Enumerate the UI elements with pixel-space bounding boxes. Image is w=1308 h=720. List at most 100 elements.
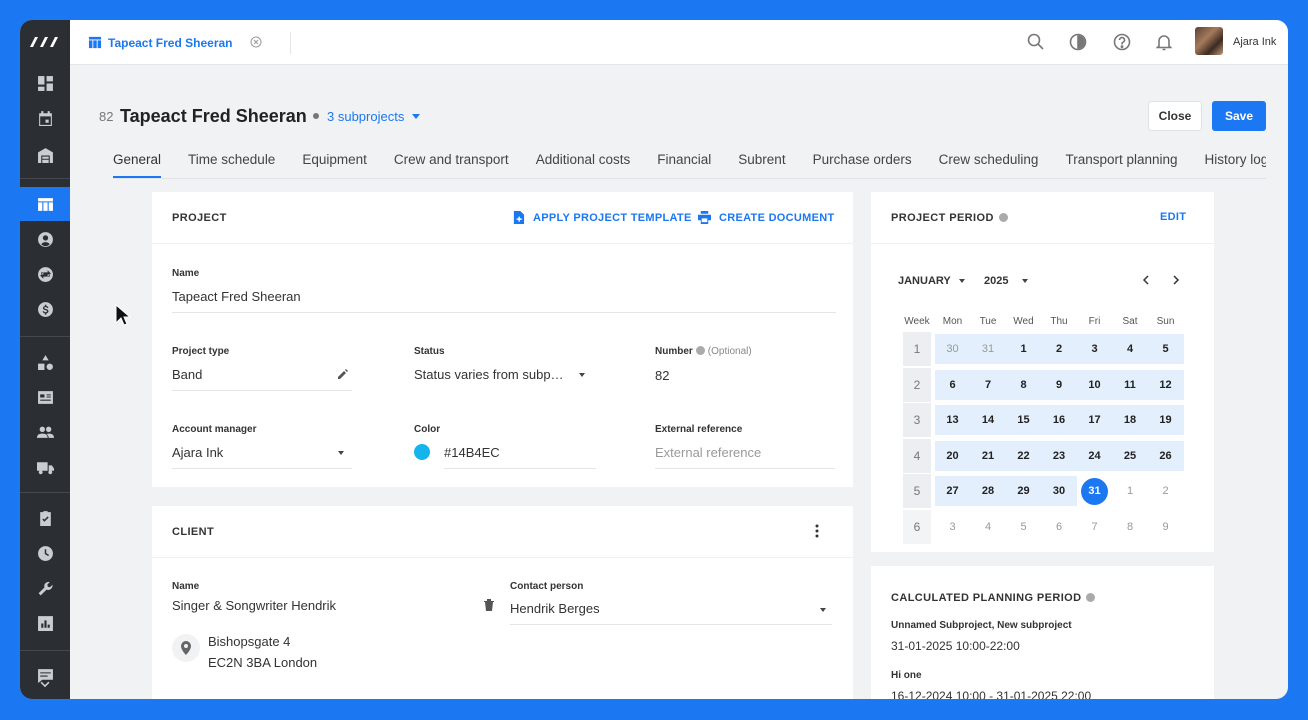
- calendar-day[interactable]: 6: [935, 370, 970, 400]
- calendar-day[interactable]: 13: [935, 405, 970, 435]
- calendar-day[interactable]: 17: [1077, 405, 1112, 435]
- calendar-day[interactable]: 27: [935, 476, 970, 506]
- calendar-day[interactable]: 10: [1077, 370, 1112, 400]
- tab-general[interactable]: General: [113, 138, 162, 178]
- project-type-field[interactable]: Band: [172, 367, 352, 391]
- calendar-day[interactable]: 3: [935, 512, 970, 542]
- edit-period-button[interactable]: EDIT: [1160, 211, 1186, 223]
- calendar-day[interactable]: 9: [1148, 512, 1183, 542]
- calendar-day[interactable]: 4: [971, 512, 1006, 542]
- user-name[interactable]: Ajara Ink: [1233, 36, 1276, 48]
- calendar-day[interactable]: 9: [1042, 370, 1077, 400]
- calendar-day[interactable]: 30: [1042, 476, 1077, 506]
- calendar-day[interactable]: 31: [971, 334, 1006, 364]
- tab-crew-and-transport[interactable]: Crew and transport: [394, 138, 509, 178]
- calendar-day[interactable]: 5: [1006, 512, 1041, 542]
- tab-additional-costs[interactable]: Additional costs: [536, 138, 631, 178]
- exchange-icon[interactable]: [20, 257, 70, 291]
- theme-icon[interactable]: [1068, 32, 1088, 52]
- shapes-icon[interactable]: [20, 345, 70, 379]
- chevron-down-icon[interactable]: [412, 114, 420, 119]
- calendar-day[interactable]: 21: [971, 441, 1006, 471]
- calendar-day[interactable]: 19: [1148, 405, 1183, 435]
- truck-icon[interactable]: [20, 450, 70, 484]
- client-name-value[interactable]: Singer & Songwriter Hendrik: [172, 598, 472, 621]
- edit-icon[interactable]: [337, 368, 349, 380]
- chevron-down-icon[interactable]: [959, 279, 965, 283]
- clipboard-icon[interactable]: [20, 501, 70, 535]
- info-icon[interactable]: [1086, 593, 1096, 602]
- clock-icon[interactable]: [20, 536, 70, 570]
- close-tab-icon[interactable]: [250, 36, 262, 48]
- tab-crew-scheduling[interactable]: Crew scheduling: [939, 138, 1039, 178]
- wrench-icon[interactable]: [20, 571, 70, 605]
- create-document-button[interactable]: CREATE DOCUMENT: [698, 211, 835, 224]
- avatar[interactable]: [1195, 27, 1223, 55]
- help-icon[interactable]: [1112, 32, 1132, 52]
- chevron-down-icon[interactable]: [338, 451, 344, 455]
- calendar-day[interactable]: 28: [971, 476, 1006, 506]
- calendar-day[interactable]: 14: [971, 405, 1006, 435]
- trash-icon[interactable]: [484, 599, 494, 611]
- calendar-day[interactable]: 25: [1113, 441, 1148, 471]
- calendar-day[interactable]: 26: [1148, 441, 1183, 471]
- color-input[interactable]: #14B4EC: [444, 445, 596, 469]
- contact-icon[interactable]: [20, 222, 70, 256]
- calendar-day[interactable]: 24: [1077, 441, 1112, 471]
- contact-person-select[interactable]: Hendrik Berges: [510, 601, 832, 625]
- chevron-down-icon[interactable]: [20, 675, 70, 695]
- chevron-down-icon[interactable]: [820, 608, 826, 612]
- chevron-down-icon[interactable]: [579, 373, 585, 377]
- apply-template-button[interactable]: APPLY PROJECT TEMPLATE: [512, 211, 692, 224]
- month-select[interactable]: JANUARY: [898, 275, 951, 287]
- year-select[interactable]: 2025: [984, 275, 1008, 287]
- number-input[interactable]: 82: [655, 368, 835, 391]
- calendar-icon[interactable]: [20, 101, 70, 135]
- tab-time-schedule[interactable]: Time schedule: [188, 138, 275, 178]
- calendar-day[interactable]: 4: [1113, 334, 1148, 364]
- calendar-day[interactable]: 15: [1006, 405, 1041, 435]
- account-manager-select[interactable]: Ajara Ink: [172, 445, 352, 469]
- tab-purchase-orders[interactable]: Purchase orders: [813, 138, 912, 178]
- project-name-input[interactable]: Tapeact Fred Sheeran: [172, 289, 836, 313]
- dashboard-icon[interactable]: [20, 66, 70, 100]
- tab-history-log[interactable]: History log: [1205, 138, 1266, 178]
- tab-equipment[interactable]: Equipment: [302, 138, 367, 178]
- bell-icon[interactable]: [1154, 32, 1174, 52]
- calendar-day[interactable]: 29: [1006, 476, 1041, 506]
- calendar-day[interactable]: 23: [1042, 441, 1077, 471]
- info-icon[interactable]: [998, 213, 1008, 222]
- crew-icon[interactable]: [20, 415, 70, 449]
- search-icon[interactable]: [1026, 32, 1046, 52]
- calendar-day[interactable]: 20: [935, 441, 970, 471]
- chevron-down-icon[interactable]: [1022, 279, 1028, 283]
- calendar-day[interactable]: 11: [1113, 370, 1148, 400]
- calendar-day[interactable]: 30: [935, 334, 970, 364]
- chevron-right-icon[interactable]: [1172, 275, 1180, 285]
- chevron-left-icon[interactable]: [1142, 275, 1150, 285]
- calendar-day[interactable]: 31: [1077, 476, 1112, 506]
- calendar-day[interactable]: 16: [1042, 405, 1077, 435]
- calendar-day[interactable]: 3: [1077, 334, 1112, 364]
- tab-subrent[interactable]: Subrent: [738, 138, 785, 178]
- calendar-day[interactable]: 8: [1006, 370, 1041, 400]
- calendar-day[interactable]: 22: [1006, 441, 1041, 471]
- tab-transport-planning[interactable]: Transport planning: [1065, 138, 1177, 178]
- calendar-day[interactable]: 1: [1113, 476, 1148, 506]
- more-options-icon[interactable]: [814, 524, 820, 538]
- report-icon[interactable]: [20, 606, 70, 640]
- calendar-day[interactable]: 8: [1113, 512, 1148, 542]
- external-reference-input[interactable]: External reference: [655, 445, 835, 469]
- status-select[interactable]: Status varies from subp…: [414, 367, 591, 390]
- calendar-day[interactable]: 18: [1113, 405, 1148, 435]
- close-button[interactable]: Close: [1148, 101, 1202, 131]
- calendar-day[interactable]: 5: [1148, 334, 1183, 364]
- info-icon[interactable]: [695, 346, 705, 355]
- app-logo[interactable]: [20, 20, 70, 64]
- calendar-day[interactable]: 2: [1148, 476, 1183, 506]
- dollar-icon[interactable]: [20, 292, 70, 326]
- projects-icon[interactable]: [20, 187, 70, 221]
- calendar-day[interactable]: 12: [1148, 370, 1183, 400]
- calendar-day[interactable]: 2: [1042, 334, 1077, 364]
- calendar-day[interactable]: 7: [1077, 512, 1112, 542]
